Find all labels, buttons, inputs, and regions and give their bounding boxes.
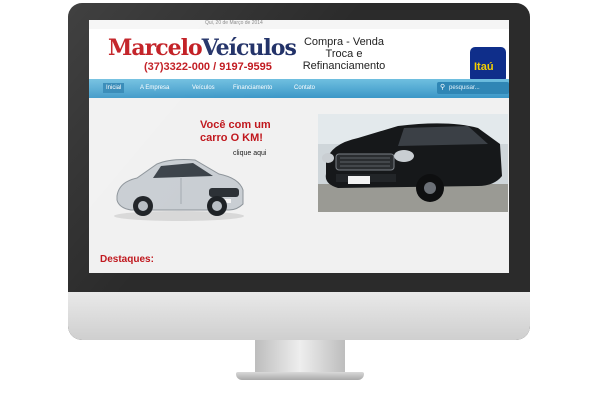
- promo-headline: Você com um carro O KM!: [200, 119, 271, 145]
- car-photo[interactable]: [109, 138, 249, 223]
- current-date: Qui, 20 de Março de 2014: [205, 20, 263, 26]
- tagline: Compra - Venda Troca e Refinanciamento: [289, 36, 399, 72]
- logo-marcelo: Marcelo: [108, 35, 203, 61]
- promo-link[interactable]: clique aqui: [233, 150, 266, 157]
- search-icon[interactable]: ⚲: [440, 83, 445, 91]
- nav-veiculos[interactable]: Veículos: [192, 85, 215, 91]
- logo-veiculos: Veículos: [201, 35, 297, 61]
- section-title-destaques: Destaques:: [100, 254, 154, 265]
- site-logo[interactable]: MarceloVeículos: [108, 35, 297, 61]
- nav-inicial[interactable]: Inicial: [103, 83, 125, 93]
- promo-line-2: carro O KM!: [200, 132, 263, 144]
- monitor-chin: [68, 292, 530, 340]
- nav-contato[interactable]: Contato: [294, 85, 315, 91]
- phone-numbers: (37)3322-000 / 9197-9595: [144, 61, 272, 73]
- site-header: MarceloVeículos (37)3322-000 / 9197-9595…: [89, 29, 509, 83]
- monitor-base: [236, 372, 364, 380]
- main-navigation: Inicial A Empresa Veículos Financiamento…: [89, 79, 509, 98]
- nav-a-empresa[interactable]: A Empresa: [140, 85, 169, 91]
- tagline-line-3: Refinanciamento: [302, 60, 386, 72]
- tagline-line-1: Compra - Venda: [303, 36, 385, 48]
- tagline-line-2: Troca e: [325, 48, 363, 60]
- itau-bank-logo[interactable]: Itaú: [470, 47, 506, 83]
- monitor-stand: [255, 340, 345, 376]
- main-content: Você com um carro O KM! clique aqui Dest…: [89, 98, 509, 273]
- website-screen: Qui, 20 de Março de 2014 MarceloVeículos…: [89, 20, 509, 273]
- truck-photo[interactable]: [318, 114, 508, 212]
- nav-financiamento[interactable]: Financiamento: [233, 85, 272, 91]
- promo-line-1: Você com um: [200, 119, 271, 131]
- date-bar: Qui, 20 de Março de 2014: [89, 20, 509, 29]
- itau-label: Itaú: [474, 61, 494, 73]
- search-box: ⚲: [437, 82, 509, 94]
- search-input[interactable]: [449, 83, 505, 92]
